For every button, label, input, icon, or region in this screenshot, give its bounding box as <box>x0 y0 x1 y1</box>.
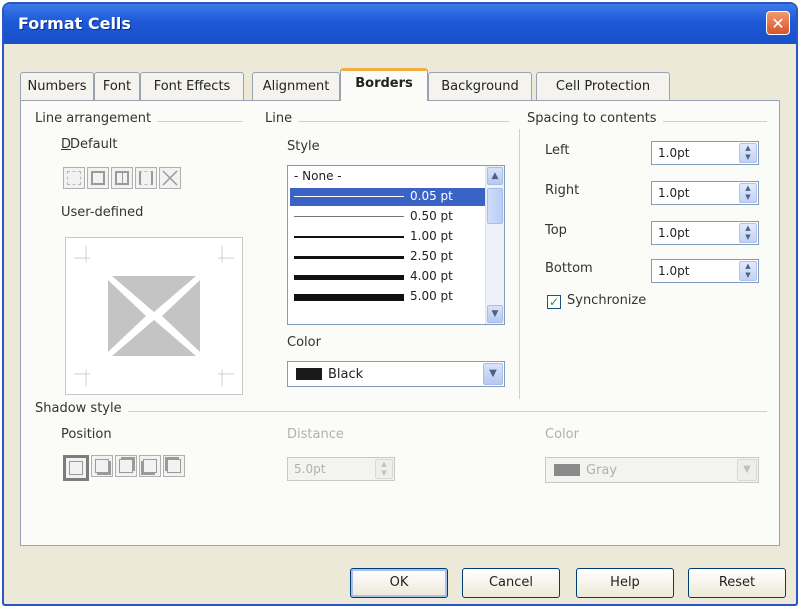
list-item[interactable]: - None - <box>290 168 486 186</box>
diagonal-border-icon[interactable] <box>159 167 181 189</box>
cancel-button[interactable]: Cancel <box>462 568 560 598</box>
spacing-bottom-field[interactable]: 1.0pt ▲ ▼ <box>651 259 759 283</box>
shadow-distance-field[interactable]: 5.0pt ▲ ▼ <box>287 457 395 481</box>
tab-font-effects[interactable]: Font Effects <box>140 72 244 100</box>
tab-numbers[interactable]: Numbers <box>20 72 94 100</box>
default-label-text: Default <box>70 137 118 152</box>
shadow-position-label: Position <box>61 427 112 442</box>
line-arrangement-heading: Line arrangement <box>35 111 158 126</box>
close-icon[interactable]: ✕ <box>766 11 790 35</box>
spacing-right-label: Right <box>545 183 580 198</box>
scroll-down-icon[interactable]: ▼ <box>487 305 503 323</box>
shadow-separator <box>35 411 767 412</box>
list-item[interactable]: 2.50 pt <box>290 248 486 266</box>
shadow-heading: Shadow style <box>35 401 128 416</box>
dialog-title: Format Cells <box>18 14 131 33</box>
tab-background[interactable]: Background <box>428 72 532 100</box>
tab-alignment[interactable]: Alignment <box>252 72 340 100</box>
spin-arrows-icon[interactable]: ▲ ▼ <box>375 459 393 479</box>
spin-arrows-icon[interactable]: ▲ ▼ <box>739 223 757 243</box>
shadow-color-label: Color <box>545 427 579 442</box>
list-item[interactable]: 0.50 pt <box>290 208 486 226</box>
gray-swatch <box>554 464 580 476</box>
scroll-up-icon[interactable]: ▲ <box>487 167 503 185</box>
spacing-left-field[interactable]: 1.0pt ▲ ▼ <box>651 141 759 165</box>
spin-arrows-icon[interactable]: ▲ ▼ <box>739 143 757 163</box>
synchronize-checkbox[interactable]: ✓ <box>547 295 561 309</box>
line-heading: Line <box>265 111 299 126</box>
spin-arrows-icon[interactable]: ▲ ▼ <box>739 183 757 203</box>
outer-border-icon[interactable] <box>87 167 109 189</box>
borders-panel: Line arrangement DDefault User-defined L… <box>20 100 780 546</box>
spacing-bottom-label: Bottom <box>545 261 593 276</box>
scroll-thumb[interactable] <box>487 188 503 224</box>
format-cells-dialog: Format Cells ✕ Numbers Font Font Effects… <box>2 2 798 606</box>
spacing-left-label: Left <box>545 143 570 158</box>
outer-and-vertical-border-icon[interactable] <box>111 167 133 189</box>
tab-cell-protection[interactable]: Cell Protection <box>536 72 670 100</box>
default-arrangement-presets <box>63 167 181 189</box>
user-defined-label: User-defined <box>61 205 144 220</box>
help-button[interactable]: Help <box>576 568 674 598</box>
spacing-divider <box>519 129 520 399</box>
line-color-value: Black <box>328 367 364 382</box>
title-bar[interactable]: Format Cells ✕ <box>4 4 796 44</box>
tab-borders[interactable]: Borders <box>340 68 428 101</box>
no-shadow-icon[interactable] <box>63 455 89 481</box>
shadow-top-right-icon[interactable] <box>115 455 137 477</box>
ok-button[interactable]: OK <box>350 568 448 598</box>
black-swatch <box>296 368 322 380</box>
spacing-top-label: Top <box>545 223 567 238</box>
line-style-scrollbar[interactable]: ▲ ▼ <box>485 166 504 324</box>
line-style-list[interactable]: - None - 0.05 pt 0.50 pt 1.00 pt 2.50 pt… <box>287 165 505 325</box>
list-item[interactable]: 1.00 pt <box>290 228 486 246</box>
spin-arrows-icon[interactable]: ▲ ▼ <box>739 261 757 281</box>
line-separator <box>265 121 509 122</box>
chevron-down-icon[interactable]: ▼ <box>737 459 757 481</box>
shadow-distance-label: Distance <box>287 427 344 442</box>
spacing-right-field[interactable]: 1.0pt ▲ ▼ <box>651 181 759 205</box>
reset-button[interactable]: Reset <box>688 568 786 598</box>
list-item[interactable]: 0.05 pt <box>290 188 486 206</box>
spacing-heading: Spacing to contents <box>527 111 663 126</box>
default-label: DDefault <box>61 137 118 152</box>
shadow-color-value: Gray <box>586 463 618 478</box>
list-item[interactable]: 5.00 pt <box>290 288 486 306</box>
shadow-top-left-icon[interactable] <box>163 455 185 477</box>
line-color-select[interactable]: Black ▼ <box>287 361 505 387</box>
shadow-color-select[interactable]: Gray ▼ <box>545 457 759 483</box>
spacing-top-field[interactable]: 1.0pt ▲ ▼ <box>651 221 759 245</box>
shadow-bottom-right-icon[interactable] <box>91 455 113 477</box>
shadow-bottom-left-icon[interactable] <box>139 455 161 477</box>
chevron-down-icon[interactable]: ▼ <box>483 363 503 385</box>
user-defined-border-preview[interactable] <box>65 237 243 395</box>
shadow-position-presets <box>63 455 185 481</box>
style-label: Style <box>287 139 320 154</box>
left-right-border-icon[interactable] <box>135 167 157 189</box>
synchronize-label: Synchronize <box>567 293 647 308</box>
no-borders-icon[interactable] <box>63 167 85 189</box>
tab-font[interactable]: Font <box>94 72 140 100</box>
line-color-label: Color <box>287 335 321 350</box>
list-item[interactable]: 4.00 pt <box>290 268 486 286</box>
